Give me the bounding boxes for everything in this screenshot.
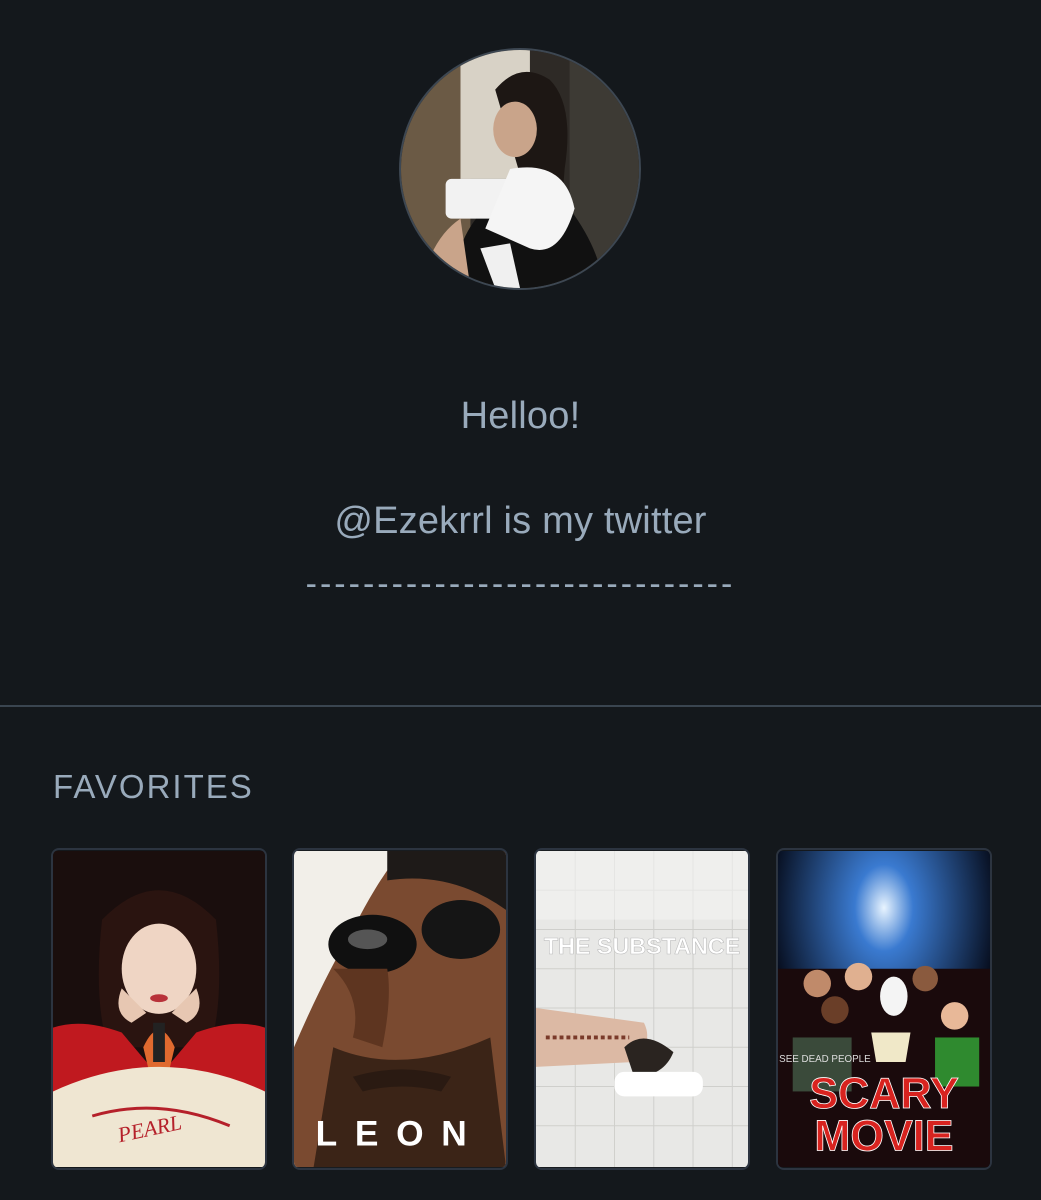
favorite-film-poster-the-substance[interactable]: THE SUBSTANCE bbox=[534, 848, 750, 1170]
scary-movie-poster-title-line1: SCARY bbox=[809, 1070, 959, 1118]
the-substance-poster-title: THE SUBSTANCE bbox=[544, 933, 740, 959]
scary-movie-poster-shirt-text: I SEE DEAD PEOPLE bbox=[778, 1054, 871, 1065]
bio-separator: ------------------------------ bbox=[305, 565, 736, 603]
favorites-heading: FAVORITES bbox=[53, 768, 254, 805]
bio-twitter-handle: @Ezekrrl is my twitter bbox=[334, 500, 707, 542]
leon-poster-title: LEON bbox=[316, 1114, 485, 1153]
favorite-film-poster-scary-movie[interactable]: I SEE DEAD PEOPLE SCARY MOVIE bbox=[776, 848, 992, 1170]
scary-movie-poster-title-line2: MOVIE bbox=[814, 1112, 953, 1160]
section-divider bbox=[0, 705, 1041, 707]
favorite-film-poster-pearl[interactable]: PEARL bbox=[51, 848, 267, 1170]
leon-poster-image: LEON bbox=[294, 850, 506, 1168]
scary-movie-poster-image: I SEE DEAD PEOPLE SCARY MOVIE bbox=[778, 850, 990, 1168]
favorite-film-poster-leon[interactable]: LEON bbox=[292, 848, 508, 1170]
avatar-image bbox=[401, 50, 639, 288]
the-substance-poster-image: THE SUBSTANCE bbox=[536, 850, 748, 1168]
profile-avatar[interactable] bbox=[399, 48, 641, 290]
bio-greeting: Helloo! bbox=[460, 395, 581, 437]
pearl-poster-image: PEARL bbox=[53, 850, 265, 1168]
